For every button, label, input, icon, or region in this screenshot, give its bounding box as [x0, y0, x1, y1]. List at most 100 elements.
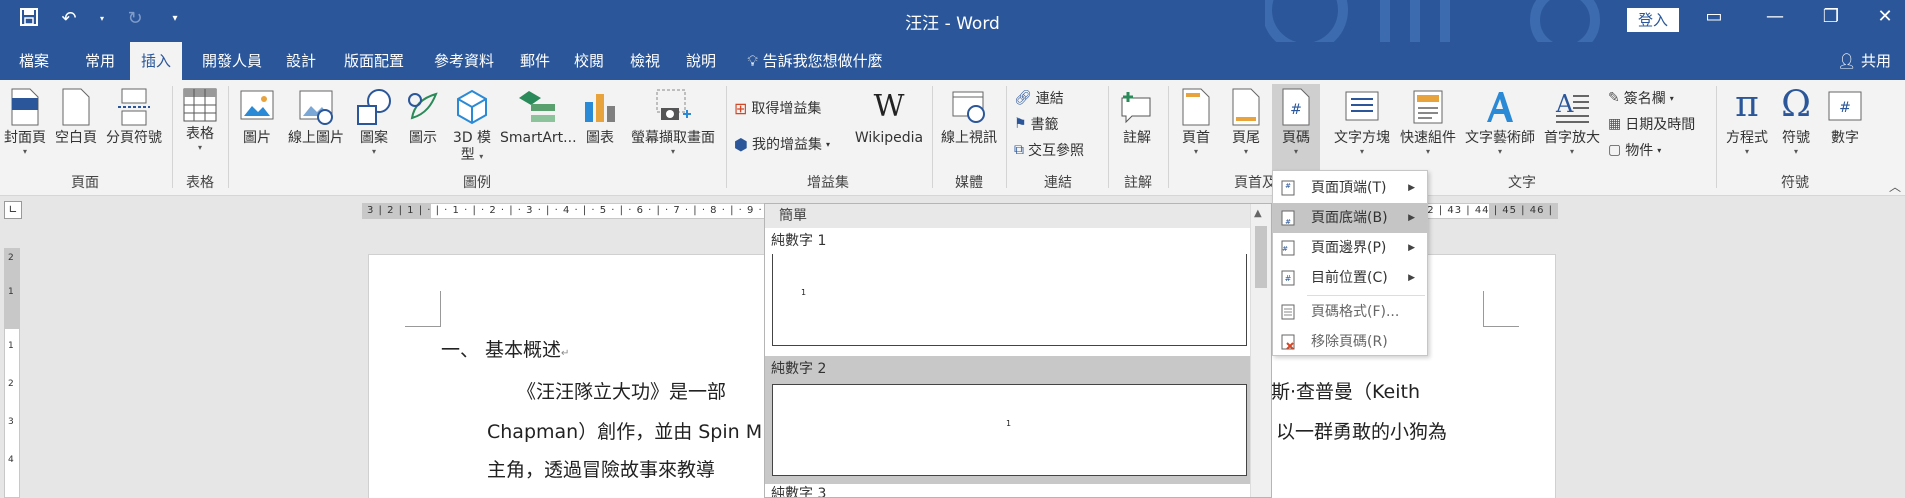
separator	[172, 86, 173, 188]
signature-line-button[interactable]: ✎ 簽名欄 ▾	[1608, 88, 1674, 108]
text-box-button[interactable]: 文字方塊 ▾	[1330, 88, 1394, 157]
wikipedia-button[interactable]: W Wikipedia	[852, 88, 926, 147]
group-label-addins: 增益集	[807, 175, 849, 191]
table-button[interactable]: 表格 ▾	[178, 88, 222, 153]
tab-review[interactable]: 校閱	[566, 42, 612, 80]
ribbon-display-options-icon[interactable]: ▭	[1699, 6, 1729, 27]
comment-button[interactable]: 註解	[1116, 88, 1158, 147]
group-label-media: 媒體	[955, 175, 983, 191]
chevron-down-icon: ▾	[1425, 147, 1430, 156]
body-line-2-end: 以一群勇敢的小狗為	[1276, 421, 1448, 443]
bottom-of-page-icon: #	[1281, 210, 1295, 226]
chevron-down-icon: ▾	[670, 147, 675, 156]
menu-separator	[1307, 295, 1425, 296]
3d-models-button[interactable]: 3D 模 型 ▾	[448, 88, 496, 164]
page-number-button[interactable]: # 頁碼 ▾	[1272, 84, 1320, 170]
remove-page-numbers-icon	[1281, 334, 1295, 350]
minimize-icon[interactable]: —	[1760, 6, 1790, 27]
equation-button[interactable]: π 方程式 ▾	[1722, 84, 1772, 157]
gallery-item-plain-number-1[interactable]: 純數字 1 1	[765, 228, 1252, 354]
smartart-button[interactable]: SmartArt...	[500, 88, 577, 147]
header-icon	[1182, 88, 1210, 126]
chevron-down-icon: ▾	[1669, 93, 1674, 103]
pictures-button[interactable]: 圖片	[236, 88, 278, 147]
chevron-down-icon: ▾	[1793, 147, 1798, 156]
menu-item-remove-page-numbers[interactable]: 移除頁碼(R)	[1273, 327, 1427, 357]
comment-icon	[1121, 92, 1151, 124]
tab-insert[interactable]: 插入	[130, 42, 182, 80]
blank-page-button[interactable]: 空白頁	[52, 88, 100, 147]
number-button[interactable]: # 數字	[1822, 88, 1868, 147]
collapse-ribbon-icon[interactable]: ︿	[1889, 178, 1901, 195]
date-time-button[interactable]: ▦ 日期及時間	[1608, 114, 1695, 134]
tab-layout[interactable]: 版面配置	[334, 42, 414, 80]
tab-selector[interactable]: ∟	[4, 201, 22, 219]
menu-item-bottom-of-page[interactable]: # 頁面底端(B) ▶	[1273, 203, 1427, 233]
group-label-table: 表格	[186, 175, 214, 191]
bookmark-button[interactable]: ⚑ 書籤	[1014, 114, 1059, 134]
chart-button[interactable]: 圖表	[580, 88, 620, 147]
restore-icon[interactable]: ❐	[1816, 6, 1846, 27]
chevron-down-icon: ▾	[371, 147, 376, 156]
chevron-down-icon: ▾	[197, 143, 202, 152]
symbol-button[interactable]: Ω 符號 ▾	[1774, 84, 1818, 157]
scroll-up-icon[interactable]: ▲	[1254, 208, 1262, 219]
online-pictures-button[interactable]: 線上圖片	[284, 88, 348, 147]
svg-text:#: #	[1285, 274, 1292, 283]
page-number-icon: #	[1282, 88, 1310, 126]
calendar-icon: ▦	[1608, 116, 1622, 132]
gallery-thumbnail: 1	[772, 384, 1247, 476]
link-button[interactable]: 🔗︎ 連結	[1014, 88, 1064, 108]
header-button[interactable]: 頁首 ▾	[1176, 88, 1216, 157]
group-label-symbols: 符號	[1781, 175, 1809, 191]
online-video-button[interactable]: 線上視訊	[938, 88, 1000, 147]
wordart-button[interactable]: 文字藝術師 ▾	[1462, 88, 1538, 157]
sign-in-button[interactable]: 登入	[1627, 8, 1679, 32]
separator	[1108, 86, 1109, 188]
menu-item-top-of-page[interactable]: # 頁面頂端(T) ▶	[1273, 173, 1427, 203]
cover-page-button[interactable]: 封面頁 ▾	[2, 88, 48, 157]
submenu-arrow-icon: ▶	[1408, 213, 1415, 223]
chevron-down-icon: ▾	[1657, 145, 1662, 155]
menu-item-current-position[interactable]: # 目前位置(C) ▶	[1273, 263, 1427, 293]
menu-item-format-page-numbers[interactable]: 頁碼格式(F)...	[1273, 297, 1427, 327]
svg-text:#: #	[1285, 218, 1291, 226]
tab-view[interactable]: 檢視	[622, 42, 668, 80]
scrollbar-thumb[interactable]	[1255, 226, 1267, 288]
shapes-button[interactable]: 圖案 ▾	[352, 88, 396, 157]
close-icon[interactable]: ✕	[1870, 6, 1900, 27]
page-break-button[interactable]: 分頁符號	[104, 88, 164, 147]
gallery-scrollbar[interactable]: ▲	[1250, 204, 1271, 497]
cube-icon	[457, 89, 487, 125]
picture-icon	[240, 90, 274, 120]
screenshot-button[interactable]: 螢幕擷取畫面 ▾	[626, 88, 720, 157]
number-icon: #	[1828, 91, 1862, 121]
svg-text:#: #	[1285, 182, 1291, 190]
tell-me-box[interactable]: 💡︎ 告訴我您想做什麼	[740, 42, 890, 80]
gallery-item-plain-number-3[interactable]: 純數字 3	[765, 484, 1252, 497]
tab-developer[interactable]: 開發人員	[192, 42, 272, 80]
object-button[interactable]: ▢ 物件 ▾	[1608, 140, 1661, 160]
cross-reference-button[interactable]: ⧉ 交互參照	[1014, 140, 1084, 160]
footer-button[interactable]: 頁尾 ▾	[1226, 88, 1266, 157]
blank-page-icon	[62, 88, 90, 126]
person-icon: 👤︎	[1837, 52, 1857, 70]
tab-mailings[interactable]: 郵件	[512, 42, 558, 80]
body-line-1: 《汪汪隊立大功》是一部	[517, 381, 727, 403]
tab-references[interactable]: 參考資料	[424, 42, 504, 80]
icons-button[interactable]: 圖示	[402, 88, 444, 147]
tab-home[interactable]: 常用	[74, 42, 126, 80]
quick-parts-button[interactable]: 快速組件 ▾	[1396, 88, 1460, 157]
tab-help[interactable]: 說明	[678, 42, 724, 80]
share-button[interactable]: 👤︎ 共用	[1837, 42, 1891, 80]
menu-item-page-margins[interactable]: # 頁面邊界(P) ▶	[1273, 233, 1427, 263]
get-addins-button[interactable]: ⊞ 取得增益集	[734, 98, 821, 118]
drop-cap-button[interactable]: A 首字放大 ▾	[1540, 88, 1604, 157]
vertical-ruler[interactable]: 2 1 1 2 3 4	[4, 248, 20, 498]
tab-design[interactable]: 設計	[278, 42, 324, 80]
tab-file[interactable]: 檔案	[8, 42, 60, 80]
gallery-header: 簡單	[765, 204, 1252, 228]
gallery-item-plain-number-2[interactable]: 純數字 2 1	[765, 356, 1252, 484]
my-addins-button[interactable]: ⬢ 我的增益集 ▾	[734, 134, 830, 154]
svg-text:#: #	[1282, 245, 1288, 253]
